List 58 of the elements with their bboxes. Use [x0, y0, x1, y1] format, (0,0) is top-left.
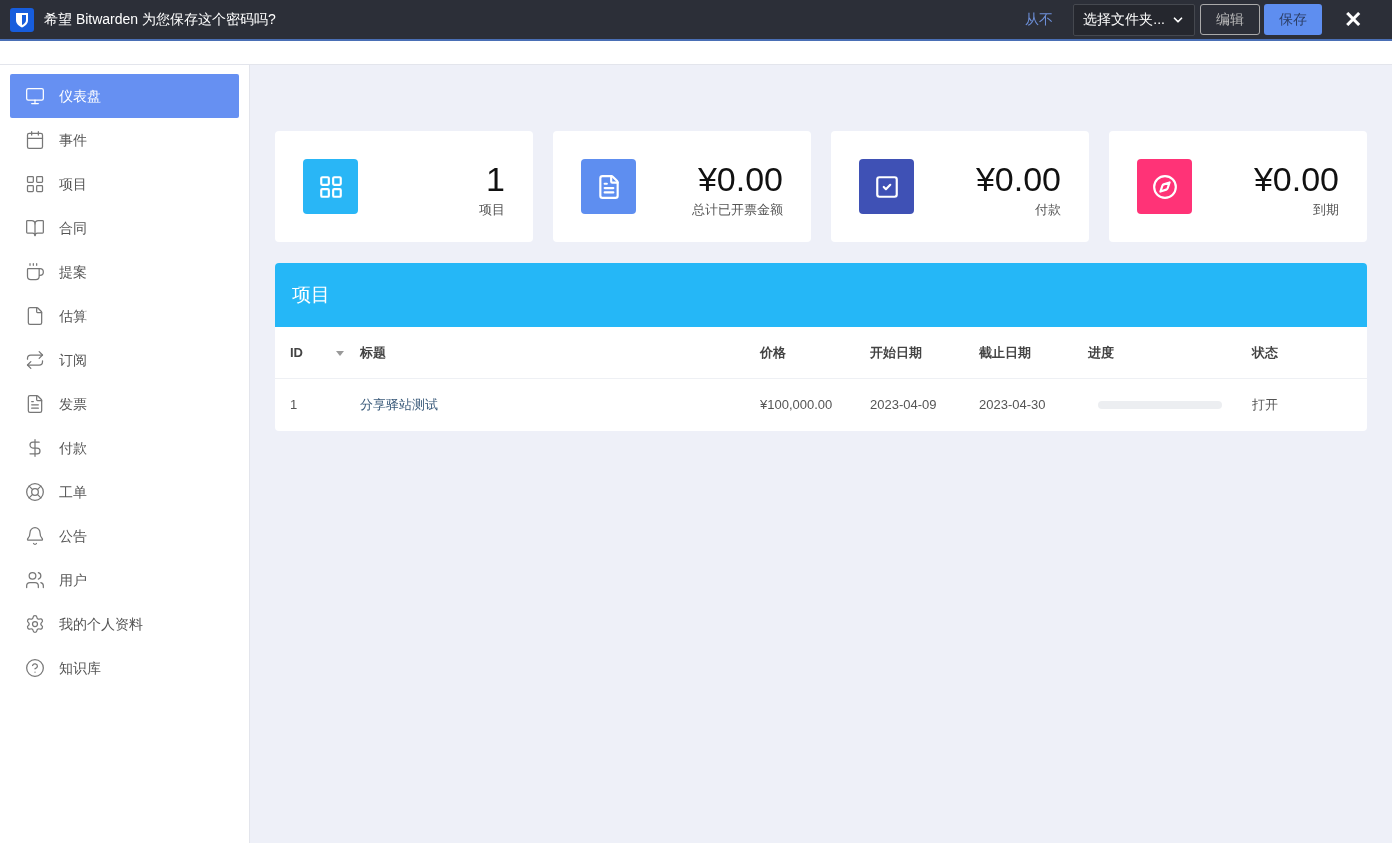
table-cell: ¥100,000.00 — [760, 397, 833, 413]
stat-label: 到期 — [1313, 200, 1339, 219]
project-link[interactable]: 分享驿站测试 — [360, 397, 438, 413]
stat-label: 项目 — [479, 200, 505, 219]
nav-item[interactable]: 用户 — [10, 558, 239, 602]
close-button[interactable]: ✕ — [1344, 3, 1362, 36]
stat-value: ¥0.00 — [1253, 159, 1339, 198]
column-header[interactable]: 价格 — [760, 342, 786, 363]
monitor-icon — [25, 86, 45, 106]
checkbox-icon — [873, 173, 900, 200]
stat-value: ¥0.00 — [697, 159, 783, 198]
help-icon — [25, 658, 45, 678]
nav-item[interactable]: 提案 — [10, 250, 239, 294]
save-prompt-text: 希望 Bitwarden 为您保存这个密码吗? — [44, 10, 276, 29]
stat-label: 总计已开票金额 — [692, 200, 783, 219]
column-header[interactable]: 进度 — [1088, 342, 1114, 363]
column-header[interactable]: ID — [290, 342, 303, 363]
column-header[interactable]: 标题 — [360, 342, 386, 363]
nav-item[interactable]: 合同 — [10, 206, 239, 250]
stat-value: 1 — [486, 159, 505, 198]
nav-item[interactable]: 项目 — [10, 162, 239, 206]
table-cell: 1 — [290, 397, 298, 413]
bell-icon — [25, 526, 45, 546]
folder-select[interactable]: 选择文件夹... — [1073, 3, 1195, 36]
sort-caret-icon — [336, 351, 344, 356]
book-icon — [25, 218, 45, 238]
nav-item[interactable]: 我的个人资料 — [10, 602, 239, 646]
cup-icon — [25, 262, 45, 282]
nav-item[interactable]: 公告 — [10, 514, 239, 558]
stat-label: 付款 — [1035, 200, 1061, 219]
stat-value: ¥0.00 — [975, 159, 1061, 198]
users-icon — [25, 570, 45, 590]
settings-icon — [25, 614, 45, 634]
nav-item[interactable]: 知识库 — [10, 646, 239, 690]
file-icon — [25, 306, 45, 326]
grid-icon — [25, 174, 45, 194]
panel-title: 项目 — [292, 282, 330, 307]
nav-item[interactable]: 发票 — [10, 382, 239, 426]
never-link[interactable]: 从不 — [1025, 9, 1054, 30]
column-header[interactable]: 开始日期 — [870, 342, 922, 363]
grid-icon — [317, 173, 344, 200]
shield-logo-icon — [10, 7, 34, 32]
nav-item[interactable]: 订阅 — [10, 338, 239, 382]
column-header[interactable]: 截止日期 — [979, 342, 1031, 363]
nav-item[interactable]: 付款 — [10, 426, 239, 470]
table-cell: 打开 — [1252, 397, 1278, 413]
nav-item[interactable]: 估算 — [10, 294, 239, 338]
nav-item[interactable]: 工单 — [10, 470, 239, 514]
document-icon — [25, 394, 45, 414]
column-header[interactable]: 状态 — [1252, 342, 1278, 363]
repeat-icon — [25, 350, 45, 370]
edit-button[interactable]: 编辑 — [1200, 4, 1260, 35]
lifebuoy-icon — [25, 482, 45, 502]
table-cell: 2023-04-09 — [870, 397, 937, 413]
calendar-icon — [25, 130, 45, 150]
compass-icon — [1151, 173, 1178, 200]
nav-item[interactable]: 事件 — [10, 118, 239, 162]
table-cell: 2023-04-30 — [979, 397, 1046, 413]
